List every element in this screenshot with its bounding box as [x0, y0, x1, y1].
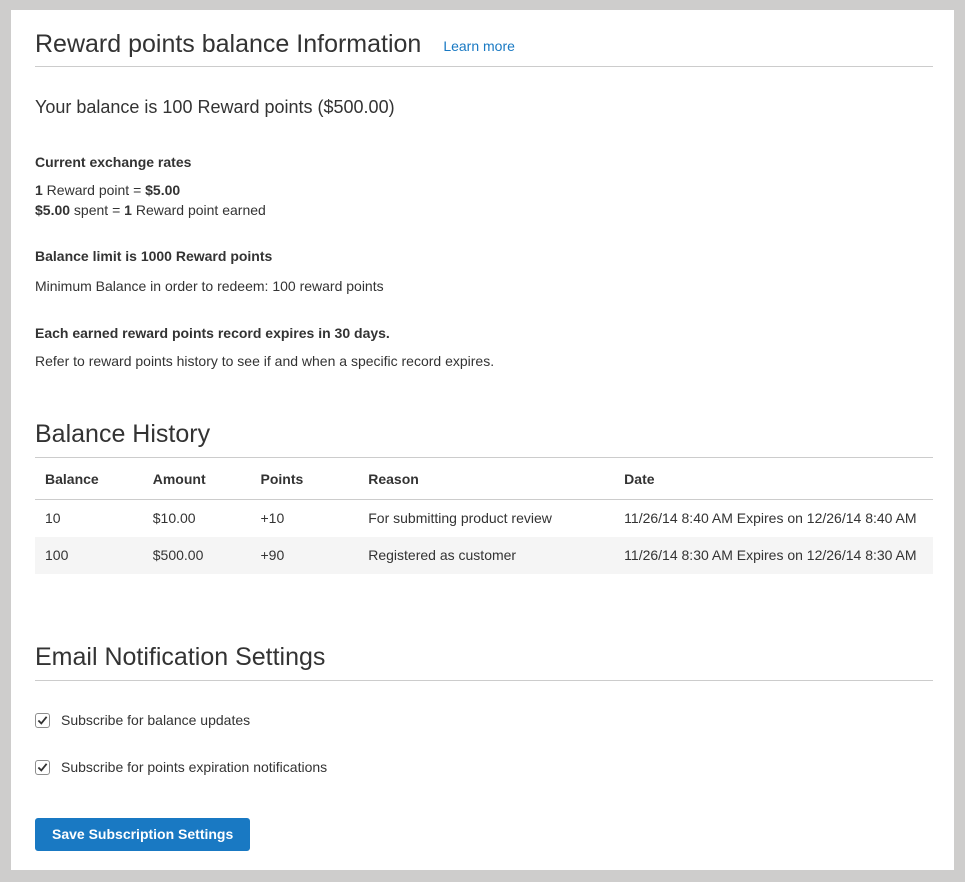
learn-more-link[interactable]: Learn more: [443, 38, 515, 54]
table-row: 100 $500.00 +90 Registered as customer 1…: [35, 537, 933, 574]
page-header: Reward points balance Information Learn …: [35, 28, 933, 67]
points-expiration-checkbox[interactable]: [35, 760, 50, 775]
cell-amount: $10.00: [143, 500, 251, 538]
reward-points-panel: Reward points balance Information Learn …: [11, 10, 954, 870]
exchange-rates-heading: Current exchange rates: [35, 152, 933, 172]
column-header-date: Date: [614, 458, 933, 500]
rate1-text: Reward point =: [43, 182, 145, 198]
column-header-points: Points: [251, 458, 359, 500]
cell-points: +90: [251, 537, 359, 574]
column-header-balance: Balance: [35, 458, 143, 500]
balance-history-table: Balance Amount Points Reason Date 10 $10…: [35, 458, 933, 574]
table-header-row: Balance Amount Points Reason Date: [35, 458, 933, 500]
rate1-points: 1: [35, 182, 43, 198]
rate2-points: 1: [124, 202, 132, 218]
checkmark-icon: [37, 715, 48, 726]
exchange-rate-line-1: 1 Reward point = $5.00: [35, 181, 933, 201]
cell-points: +10: [251, 500, 359, 538]
rate2-text2: Reward point earned: [132, 202, 266, 218]
subscription-option-balance-updates: Subscribe for balance updates: [35, 712, 933, 728]
balance-history-title: Balance History: [35, 418, 933, 458]
expiration-refer-note: Refer to reward points history to see if…: [35, 351, 933, 371]
panel-content: Reward points balance Information Learn …: [11, 10, 954, 870]
cell-date: 11/26/14 8:40 AM Expires on 12/26/14 8:4…: [614, 500, 933, 538]
balance-limit-note: Balance limit is 1000 Reward points: [35, 246, 933, 266]
cell-balance: 10: [35, 500, 143, 538]
email-notification-settings-title: Email Notification Settings: [35, 641, 933, 681]
rate2-text1: spent =: [70, 202, 124, 218]
balance-updates-label[interactable]: Subscribe for balance updates: [61, 712, 250, 728]
cell-reason: Registered as customer: [358, 537, 614, 574]
column-header-amount: Amount: [143, 458, 251, 500]
cell-balance: 100: [35, 537, 143, 574]
points-expiration-label[interactable]: Subscribe for points expiration notifica…: [61, 759, 327, 775]
table-row: 10 $10.00 +10 For submitting product rev…: [35, 500, 933, 538]
rate2-amount: $5.00: [35, 202, 70, 218]
exchange-rate-line-2: $5.00 spent = 1 Reward point earned: [35, 201, 933, 221]
rate1-amount: $5.00: [145, 182, 180, 198]
subscription-option-points-expiration: Subscribe for points expiration notifica…: [35, 759, 933, 775]
balance-summary: Your balance is 100 Reward points ($500.…: [35, 95, 933, 119]
column-header-reason: Reason: [358, 458, 614, 500]
expiration-note: Each earned reward points record expires…: [35, 323, 933, 343]
cell-date: 11/26/14 8:30 AM Expires on 12/26/14 8:3…: [614, 537, 933, 574]
cell-amount: $500.00: [143, 537, 251, 574]
balance-updates-checkbox[interactable]: [35, 713, 50, 728]
cell-reason: For submitting product review: [358, 500, 614, 538]
page-title: Reward points balance Information: [35, 28, 421, 60]
minimum-balance-note: Minimum Balance in order to redeem: 100 …: [35, 276, 933, 296]
checkmark-icon: [37, 762, 48, 773]
exchange-rates-lines: 1 Reward point = $5.00 $5.00 spent = 1 R…: [35, 181, 933, 220]
save-subscription-settings-button[interactable]: Save Subscription Settings: [35, 818, 250, 851]
